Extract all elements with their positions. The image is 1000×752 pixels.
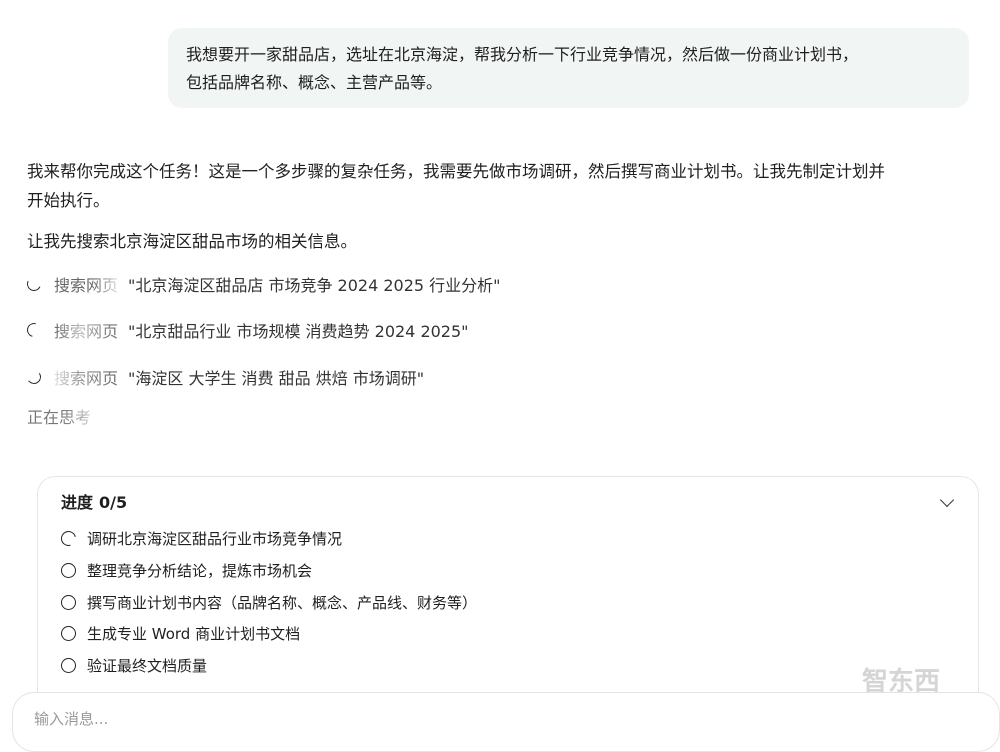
user-message-bubble: 我想要开一家甜品店，选址在北京海淀，帮我分析一下行业竞争情况，然后做一份商业计划…: [168, 28, 969, 108]
search-step-label: 搜索网页: [54, 365, 118, 389]
chevron-down-icon[interactable]: [939, 492, 955, 508]
user-message-line-2: 包括品牌名称、概念、主营产品等。: [186, 73, 443, 92]
task-label: 生成专业 Word 商业计划书文档: [87, 624, 301, 643]
task-label: 验证最终文档质量: [87, 656, 208, 675]
loading-spinner-icon: [25, 368, 43, 386]
search-step-query: "北京海淀区甜品店 市场竞争 2024 2025 行业分析": [128, 276, 501, 295]
task-item: 撰写商业计划书内容（品牌名称、概念、产品线、财务等）: [61, 591, 477, 613]
task-in-progress-icon: [58, 527, 79, 549]
search-step-label: 搜索网页: [54, 272, 118, 296]
thinking-status: 正在思考: [27, 406, 91, 430]
progress-panel: 进度 0/5 调研北京海淀区甜品行业市场竞争情况 整理竞争分析结论，提炼市场机会 …: [37, 476, 979, 716]
search-step-3[interactable]: 搜索网页 "海淀区 大学生 消费 甜品 烘焙 市场调研": [25, 365, 425, 389]
search-step-query: "北京甜品行业 市场规模 消费趋势 2024 2025": [128, 322, 469, 341]
search-step-label: 搜索网页: [54, 318, 118, 342]
assistant-search-intro: 让我先搜索北京海淀区甜品市场的相关信息。: [27, 232, 357, 251]
user-message-line-1: 我想要开一家甜品店，选址在北京海淀，帮我分析一下行业竞争情况，然后做一份商业计划…: [186, 45, 859, 64]
task-pending-icon: [61, 562, 76, 578]
task-pending-icon: [61, 594, 76, 610]
task-item: 调研北京海淀区甜品行业市场竞争情况: [58, 527, 343, 549]
progress-count: 0/5: [99, 493, 128, 512]
loading-spinner-icon: [25, 275, 43, 293]
assistant-intro-line-2: 开始执行。: [27, 191, 110, 210]
progress-title: 进度: [61, 493, 94, 512]
search-step-1[interactable]: 搜索网页 "北京海淀区甜品店 市场竞争 2024 2025 行业分析": [25, 272, 501, 296]
message-composer[interactable]: [12, 692, 1000, 752]
task-item: 验证最终文档质量: [61, 654, 207, 676]
task-label: 整理竞争分析结论，提炼市场机会: [87, 561, 313, 580]
assistant-intro-line-1: 我来帮你完成这个任务！这是一个多步骤的复杂任务，我需要先做市场调研，然后撰写商业…: [27, 162, 885, 181]
loading-spinner-icon: [24, 320, 44, 340]
search-step-2[interactable]: 搜索网页 "北京甜品行业 市场规模 消费趋势 2024 2025": [24, 318, 469, 342]
search-step-query: "海淀区 大学生 消费 甜品 烘焙 市场调研": [128, 369, 425, 388]
task-item: 整理竞争分析结论，提炼市场机会: [61, 559, 312, 581]
task-item: 生成专业 Word 商业计划书文档: [61, 622, 300, 644]
task-label: 撰写商业计划书内容（品牌名称、概念、产品线、财务等）: [87, 593, 478, 612]
task-pending-icon: [61, 657, 76, 673]
task-label: 调研北京海淀区甜品行业市场竞争情况: [87, 529, 343, 548]
progress-header[interactable]: 进度 0/5: [61, 489, 127, 513]
message-input[interactable]: [32, 709, 636, 729]
task-pending-icon: [61, 625, 76, 641]
